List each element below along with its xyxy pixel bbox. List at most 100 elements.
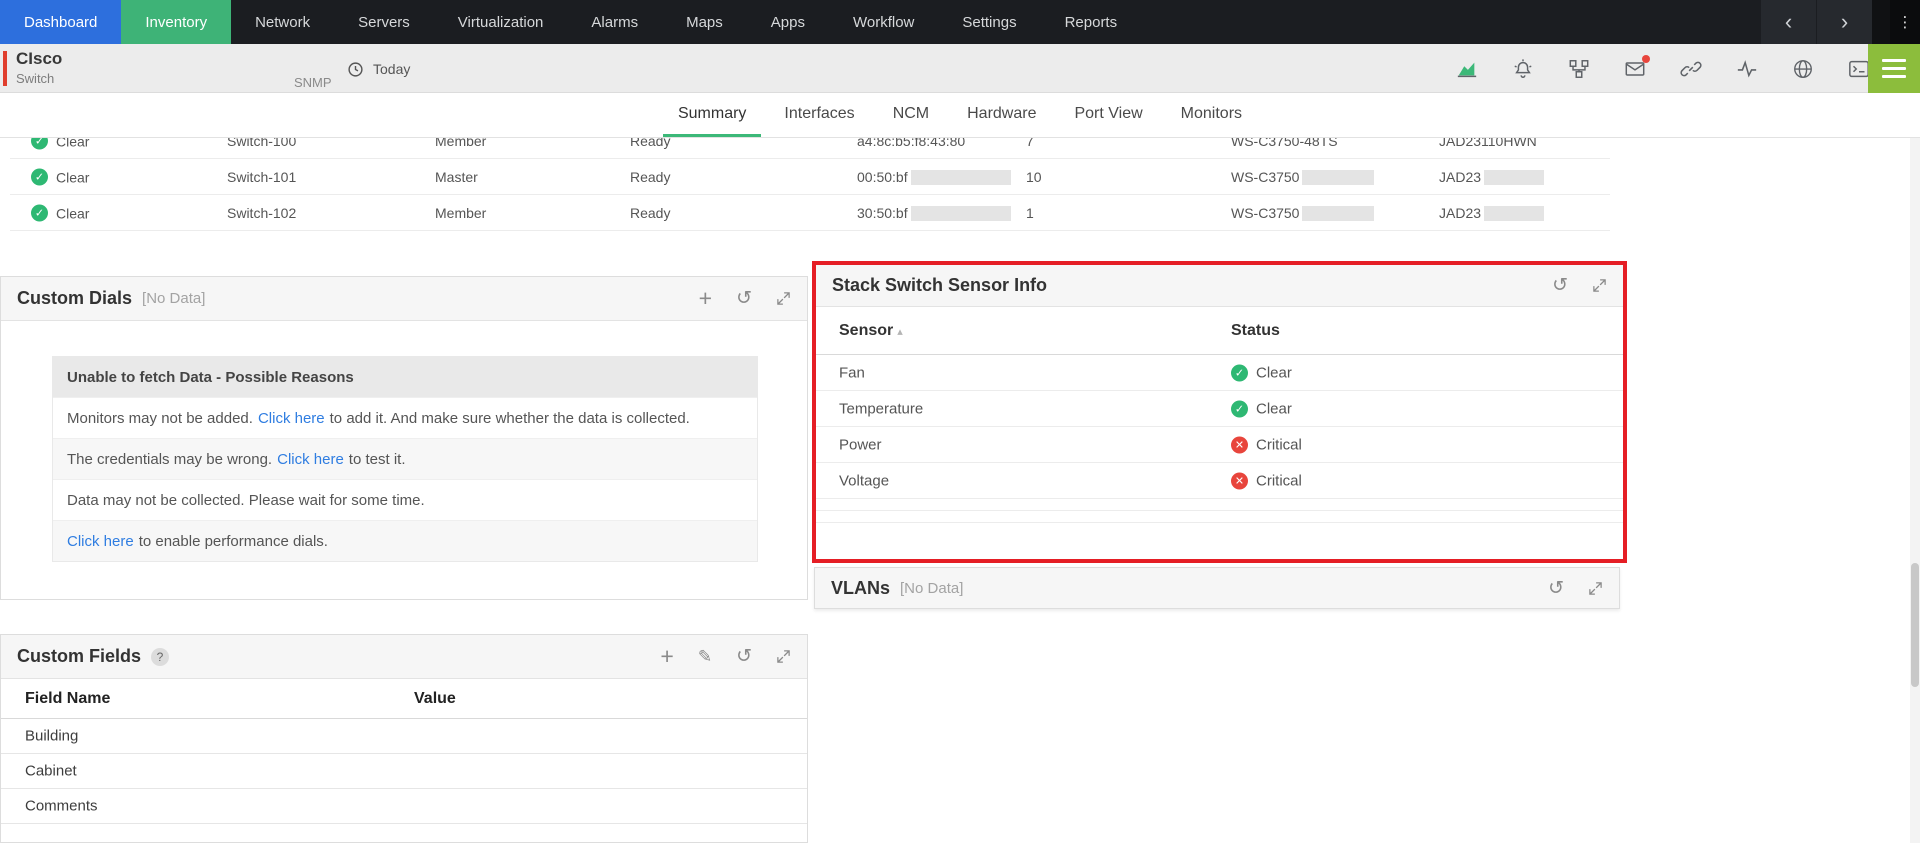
refresh-icon[interactable] bbox=[736, 647, 752, 666]
reason-row: Click here to enable performance dials. bbox=[53, 520, 757, 561]
alarm-bell-icon[interactable] bbox=[1511, 57, 1535, 81]
tab-summary[interactable]: Summary bbox=[663, 93, 761, 137]
reason-text: to enable performance dials. bbox=[139, 533, 328, 550]
sensor-column-header[interactable]: Sensor bbox=[839, 322, 903, 340]
switch-serial: JAD23 bbox=[1439, 205, 1481, 221]
sensor-row: Fan Clear bbox=[816, 355, 1623, 391]
opmanager-device-page: Dashboard Inventory Network Servers Virt… bbox=[0, 0, 1920, 843]
nav-item-virtualization[interactable]: Virtualization bbox=[434, 0, 568, 44]
custom-dials-panel: Custom Dials [No Data] Unable to fetch D… bbox=[0, 276, 808, 600]
refresh-icon[interactable] bbox=[1548, 579, 1564, 598]
redacted-value bbox=[911, 170, 1011, 185]
clock-icon bbox=[343, 57, 367, 81]
switch-model: WS-C3750 bbox=[1231, 205, 1299, 221]
tab-ncm[interactable]: NCM bbox=[878, 93, 944, 137]
reason-text: to test it. bbox=[349, 451, 406, 468]
nav-overflow-icon[interactable]: ⋮ bbox=[1890, 0, 1920, 44]
switch-name: Switch-100 bbox=[227, 138, 296, 149]
table-row[interactable]: Clear Switch-102 Member Ready 30:50:bf 1… bbox=[0, 195, 1625, 231]
redacted-value bbox=[911, 206, 1011, 221]
topology-icon[interactable] bbox=[1567, 57, 1591, 81]
nav-item-dashboard[interactable]: Dashboard bbox=[0, 0, 121, 44]
tab-interfaces[interactable]: Interfaces bbox=[769, 93, 869, 137]
tab-hardware[interactable]: Hardware bbox=[952, 93, 1051, 137]
sensor-status-label: Critical bbox=[1256, 436, 1302, 453]
mail-icon[interactable] bbox=[1623, 57, 1647, 81]
no-data-reasons-box: Unable to fetch Data - Possible Reasons … bbox=[52, 356, 758, 562]
custom-field-row: Comments bbox=[1, 789, 807, 824]
nav-item-network[interactable]: Network bbox=[231, 0, 334, 44]
performance-chart-icon[interactable] bbox=[1455, 57, 1479, 81]
nav-item-maps[interactable]: Maps bbox=[662, 0, 747, 44]
top-nav: Dashboard Inventory Network Servers Virt… bbox=[0, 0, 1920, 44]
redacted-value bbox=[1302, 206, 1374, 221]
refresh-icon[interactable] bbox=[1552, 276, 1568, 295]
help-icon[interactable] bbox=[151, 648, 169, 666]
switch-role: Member bbox=[435, 205, 486, 221]
switch-slot: 10 bbox=[1026, 169, 1042, 185]
tab-monitors[interactable]: Monitors bbox=[1166, 93, 1257, 137]
sensor-name: Fan bbox=[839, 364, 865, 381]
status-critical-icon bbox=[1231, 436, 1248, 453]
nav-item-reports[interactable]: Reports bbox=[1041, 0, 1142, 44]
sensor-name: Voltage bbox=[839, 472, 889, 489]
sensor-table-header: Sensor Status bbox=[816, 307, 1623, 355]
switch-serial: JAD23110HWN bbox=[1439, 138, 1537, 149]
expand-icon[interactable] bbox=[1588, 581, 1603, 596]
nav-item-servers[interactable]: Servers bbox=[334, 0, 434, 44]
sensor-row: Temperature Clear bbox=[816, 391, 1623, 427]
status-label: Clear bbox=[56, 205, 89, 221]
no-data-label: [No Data] bbox=[900, 580, 963, 597]
sensor-name: Temperature bbox=[839, 400, 923, 417]
edit-icon[interactable] bbox=[698, 648, 712, 665]
sensor-info-panel: Stack Switch Sensor Info Sensor Status F… bbox=[816, 265, 1623, 559]
add-field-icon[interactable] bbox=[660, 645, 673, 668]
device-protocol-label: SNMP bbox=[294, 75, 332, 90]
expand-icon[interactable] bbox=[1592, 278, 1607, 293]
tab-port-view[interactable]: Port View bbox=[1059, 93, 1157, 137]
empty-row bbox=[816, 511, 1623, 523]
sensor-status-label: Critical bbox=[1256, 472, 1302, 489]
globe-icon[interactable] bbox=[1791, 57, 1815, 81]
switch-mac: a4:8c:b5:f8:43:80 bbox=[857, 138, 965, 149]
nav-forward-icon[interactable]: › bbox=[1816, 0, 1872, 44]
time-range-selector[interactable]: Today bbox=[343, 57, 410, 81]
nav-item-inventory[interactable]: Inventory bbox=[121, 0, 231, 44]
click-here-link[interactable]: Click here bbox=[67, 533, 134, 550]
reason-text: to add it. And make sure whether the dat… bbox=[330, 410, 690, 427]
nav-item-alarms[interactable]: Alarms bbox=[567, 0, 662, 44]
link-icon[interactable] bbox=[1679, 57, 1703, 81]
field-name-column-header: Field Name bbox=[25, 690, 110, 708]
vertical-scrollbar[interactable] bbox=[1910, 138, 1920, 843]
status-column-header: Status bbox=[1231, 322, 1280, 340]
switch-mac: 00:50:bf bbox=[857, 169, 908, 185]
device-tabs: Summary Interfaces NCM Hardware Port Vie… bbox=[0, 93, 1920, 138]
custom-fields-table-header: Field Name Value bbox=[1, 679, 807, 719]
switch-slot: 7 bbox=[1026, 138, 1034, 149]
table-row[interactable]: Clear Switch-100 Member Ready a4:8c:b5:f… bbox=[0, 138, 1625, 159]
switch-name: Switch-101 bbox=[227, 169, 296, 185]
switch-slot: 1 bbox=[1026, 205, 1034, 221]
nav-back-icon[interactable]: ‹ bbox=[1760, 0, 1816, 44]
custom-fields-panel: Custom Fields Field Name Value Building bbox=[0, 634, 808, 843]
click-here-link[interactable]: Click here bbox=[277, 451, 344, 468]
reason-text: The credentials may be wrong. bbox=[67, 451, 272, 468]
expand-icon[interactable] bbox=[776, 649, 791, 664]
sort-ascending-icon bbox=[897, 326, 903, 338]
click-here-link[interactable]: Click here bbox=[258, 410, 325, 427]
reason-row: Data may not be collected. Please wait f… bbox=[53, 479, 757, 520]
expand-icon[interactable] bbox=[776, 291, 791, 306]
table-row[interactable]: Clear Switch-101 Master Ready 00:50:bf 1… bbox=[0, 159, 1625, 195]
nav-item-apps[interactable]: Apps bbox=[747, 0, 829, 44]
nav-right-controls: ‹ › ⋮ bbox=[1760, 0, 1920, 44]
vlans-panel: VLANs [No Data] bbox=[814, 567, 1620, 609]
add-dial-icon[interactable] bbox=[699, 287, 712, 310]
sensor-info-header: Stack Switch Sensor Info bbox=[816, 265, 1623, 307]
hamburger-menu-button[interactable] bbox=[1868, 44, 1920, 93]
nav-item-settings[interactable]: Settings bbox=[938, 0, 1040, 44]
refresh-icon[interactable] bbox=[736, 289, 752, 308]
status-label: Clear bbox=[56, 169, 89, 185]
nav-item-workflow[interactable]: Workflow bbox=[829, 0, 938, 44]
sparkline-icon[interactable] bbox=[1735, 57, 1759, 81]
scrollbar-thumb[interactable] bbox=[1911, 563, 1919, 687]
